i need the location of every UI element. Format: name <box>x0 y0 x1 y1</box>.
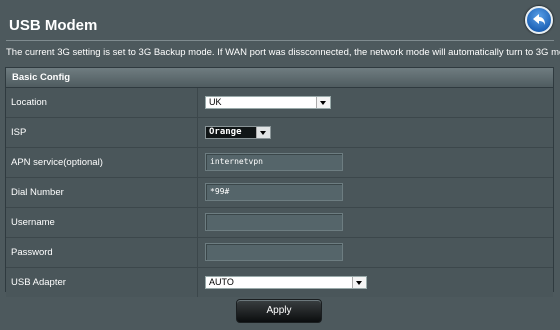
row-username: Username <box>6 208 553 238</box>
apn-label: APN service(optional) <box>11 157 103 168</box>
dial-number-input[interactable]: *99# <box>205 183 343 201</box>
row-location: Location UK <box>6 88 553 118</box>
panel-header: Basic Config <box>6 68 553 88</box>
apply-button[interactable]: Apply <box>236 299 322 323</box>
row-usb-adapter: USB Adapter AUTO <box>6 268 553 297</box>
location-label: Location <box>11 97 47 108</box>
username-label: Username <box>11 217 55 228</box>
password-input[interactable] <box>205 243 343 261</box>
username-input[interactable] <box>205 213 343 231</box>
usb-adapter-value: AUTO <box>209 277 234 287</box>
usb-adapter-select[interactable]: AUTO <box>205 276 367 289</box>
chevron-down-icon <box>316 97 330 108</box>
title-divider <box>6 40 554 41</box>
back-button[interactable] <box>525 6 553 34</box>
password-label: Password <box>11 247 53 258</box>
back-arrow-icon <box>533 14 545 25</box>
chevron-down-icon <box>256 127 270 138</box>
chevron-down-icon <box>352 277 366 288</box>
isp-select[interactable]: Orange <box>205 126 271 139</box>
dial-number-label: Dial Number <box>11 187 64 198</box>
page-title: USB Modem <box>9 17 98 34</box>
apn-input[interactable]: internetvpn <box>205 153 343 171</box>
row-password: Password <box>6 238 553 268</box>
mode-notice: The current 3G setting is set to 3G Back… <box>6 47 560 58</box>
basic-config-panel: Basic Config Location UK ISP Orange APN … <box>5 67 554 297</box>
usb-adapter-label: USB Adapter <box>11 277 66 288</box>
location-select[interactable]: UK <box>205 96 331 109</box>
isp-label: ISP <box>11 127 27 138</box>
row-dial-number: Dial Number *99# <box>6 178 553 208</box>
isp-value: Orange <box>209 127 242 137</box>
row-isp: ISP Orange <box>6 118 553 148</box>
row-apn: APN service(optional) internetvpn <box>6 148 553 178</box>
location-value: UK <box>209 97 222 107</box>
